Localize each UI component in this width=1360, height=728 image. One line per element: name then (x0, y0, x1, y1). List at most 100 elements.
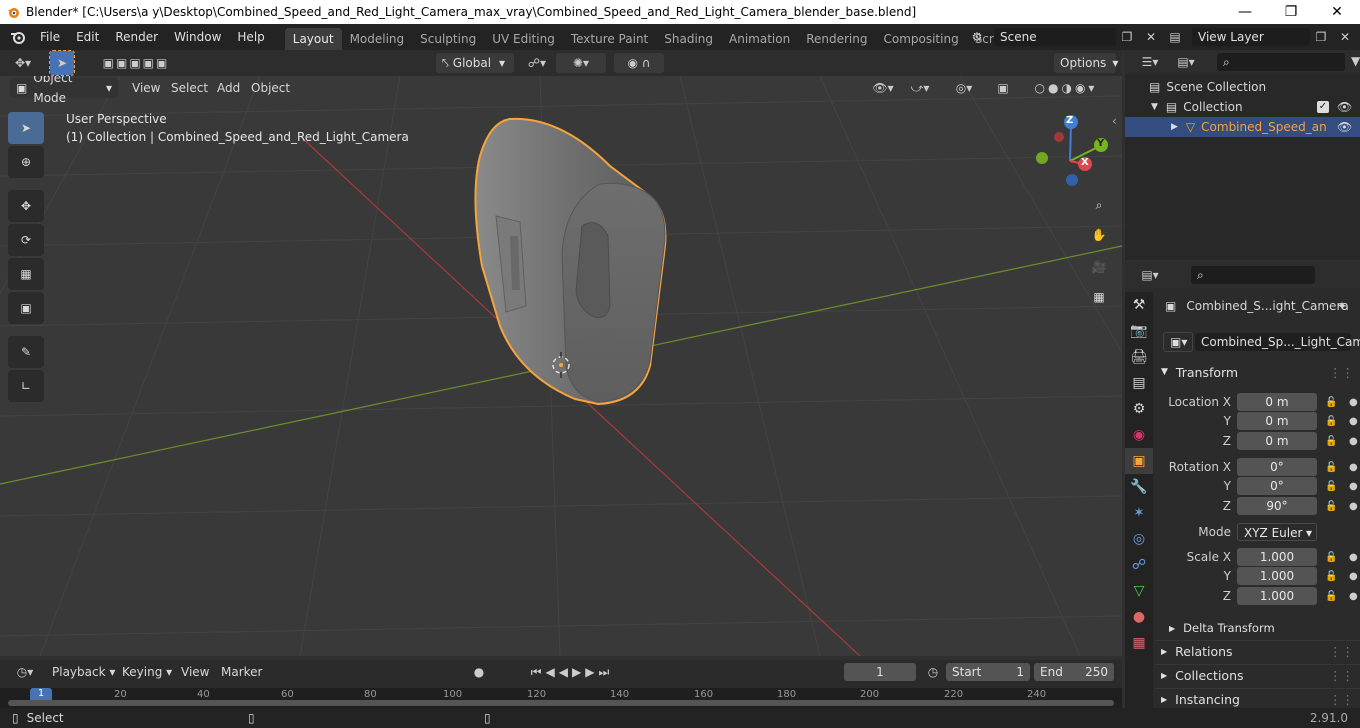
lock-icon[interactable]: 🔓 (1325, 481, 1339, 492)
eye-icon[interactable]: 👁 (1337, 120, 1352, 134)
tool-tab-icon[interactable]: ⚒ (1125, 292, 1153, 318)
keyframe-dot-icon[interactable]: ● (1349, 481, 1358, 492)
pan-hand-icon[interactable]: ✋ (1086, 222, 1112, 248)
scale-z-field[interactable]: 1.000 (1237, 587, 1317, 605)
view-layer-tab-icon[interactable]: ▤ (1125, 370, 1153, 396)
transform-tool-icon[interactable]: ▣ (8, 292, 44, 324)
lock-icon[interactable]: 🔓 (1325, 416, 1339, 427)
lock-icon[interactable]: 🔓 (1325, 436, 1339, 447)
keyframe-dot-icon[interactable]: ● (1349, 397, 1358, 408)
keyframe-dot-icon[interactable]: ● (1349, 462, 1358, 473)
new-scene-icon[interactable]: ❐ (1116, 27, 1138, 47)
location-x-field[interactable]: 0 m (1237, 393, 1317, 411)
menu-keying[interactable]: Keying ▾ (122, 665, 172, 679)
cursor-tool-icon[interactable]: ⊕ (8, 146, 44, 178)
tab-compositing[interactable]: Compositing (875, 28, 966, 50)
timeline-scrollbar[interactable] (8, 700, 1114, 706)
menu-edit[interactable]: Edit (68, 24, 107, 50)
rotate-tool-icon[interactable]: ⟳ (8, 224, 44, 256)
eye-icon[interactable]: 👁 (1337, 100, 1352, 114)
pin-icon[interactable]: ✦ (1337, 299, 1347, 313)
relations-header[interactable]: ▶ Relations ⋮⋮ (1155, 640, 1360, 662)
location-z-field[interactable]: 0 m (1237, 432, 1317, 450)
snap-icon[interactable]: ✺▾ (556, 53, 606, 73)
menu-window[interactable]: Window (166, 24, 229, 50)
shading-mode-icons[interactable]: ○●◑◉▾ (1018, 78, 1114, 98)
new-view-layer-icon[interactable]: ❐ (1310, 27, 1332, 47)
delta-transform-header[interactable]: ▶ Delta Transform (1169, 617, 1349, 639)
object-data-field[interactable]: Combined_Sp..._Light_Camera (1195, 333, 1360, 351)
menu-add[interactable]: Add (217, 81, 240, 95)
object-browse-icon[interactable]: ▣▾ (1163, 332, 1193, 352)
measure-tool-icon[interactable]: ∟ (8, 370, 44, 402)
view-layer-field[interactable]: View Layer (1192, 28, 1310, 46)
menu-view[interactable]: View (132, 81, 160, 95)
properties-search-input[interactable]: ⌕ (1191, 266, 1315, 284)
drag-handle-icon[interactable]: ⋮⋮ (1329, 692, 1354, 707)
close-button[interactable]: ✕ (1314, 0, 1360, 24)
keyframe-dot-icon[interactable]: ● (1349, 552, 1358, 563)
clock-icon[interactable]: ◷ (922, 662, 944, 682)
blender-menu-icon[interactable] (10, 29, 26, 45)
menu-timeline-view[interactable]: View (181, 665, 209, 679)
world-tab-icon[interactable]: ◉ (1125, 422, 1153, 448)
lock-icon[interactable]: 🔓 (1325, 571, 1339, 582)
lock-icon[interactable]: 🔓 (1325, 462, 1339, 473)
playback-controls-icons[interactable]: ⏮◀◀▶▶⏭ (512, 662, 632, 682)
timeline-ruler[interactable]: 1 20 40 60 80 100 120 140 160 180 200 22… (0, 688, 1122, 708)
menu-help[interactable]: Help (229, 24, 272, 50)
keyframe-dot-icon[interactable]: ● (1349, 416, 1358, 427)
keyframe-dot-icon[interactable]: ● (1349, 591, 1358, 602)
rotation-z-field[interactable]: 90° (1237, 497, 1317, 515)
transform-orientation-dropdown[interactable]: ⤣ Global ▾ (436, 53, 514, 73)
tab-rendering[interactable]: Rendering (798, 28, 875, 50)
menu-file[interactable]: File (32, 24, 68, 50)
physics-tab-icon[interactable]: ◎ (1125, 526, 1153, 552)
lock-icon[interactable]: 🔓 (1325, 552, 1339, 563)
scale-tool-icon[interactable]: ▦ (8, 258, 44, 290)
drag-handle-icon[interactable]: ⋮⋮ (1329, 365, 1354, 380)
zoom-icon[interactable]: ⌕ (1086, 192, 1112, 218)
tab-shading[interactable]: Shading (656, 28, 721, 50)
texture-tab-icon[interactable]: ▦ (1125, 630, 1153, 656)
mode-dropdown[interactable]: ▣ Object Mode ▾ (10, 76, 118, 105)
3d-viewport[interactable]: User Perspective (1) Collection | Combin… (0, 76, 1122, 656)
render-tab-icon[interactable]: 📷 (1125, 318, 1153, 344)
keyframe-dot-icon[interactable]: ● (1349, 436, 1358, 447)
scene-name-field[interactable]: Scene (994, 28, 1116, 46)
rotation-y-field[interactable]: 0° (1237, 477, 1317, 495)
keyframe-dot-icon[interactable]: ● (1349, 501, 1358, 512)
tab-animation[interactable]: Animation (721, 28, 798, 50)
data-tab-icon[interactable]: ▽ (1125, 578, 1153, 604)
minimize-button[interactable]: — (1222, 0, 1268, 24)
tab-layout[interactable]: Layout (284, 28, 342, 50)
outliner-row-scene-collection[interactable]: ▤ Scene Collection (1125, 77, 1360, 97)
overlay-toggle-icon[interactable]: ◎▾ (946, 78, 982, 98)
instancing-header[interactable]: ▶ Instancing ⋮⋮ (1155, 688, 1360, 710)
location-y-field[interactable]: 0 m (1237, 412, 1317, 430)
drag-handle-icon[interactable]: ⋮⋮ (1329, 644, 1354, 659)
editor-type-icon[interactable]: ✥▾ (8, 53, 38, 73)
transform-section-header[interactable]: ▼ Transform ⋮⋮ (1155, 361, 1360, 383)
menu-select[interactable]: Select (171, 81, 208, 95)
drag-handle-icon[interactable]: ⋮⋮ (1329, 668, 1354, 683)
material-tab-icon[interactable]: ● (1125, 604, 1153, 630)
menu-marker[interactable]: Marker (221, 665, 262, 679)
options-dropdown[interactable]: Options ▾ (1054, 53, 1118, 73)
tab-modeling[interactable]: Modeling (342, 28, 413, 50)
view-layer-icon[interactable]: ▤ (1164, 27, 1186, 47)
camera-object[interactable] (474, 117, 667, 406)
constraints-tab-icon[interactable]: ☍ (1125, 552, 1153, 578)
lock-icon[interactable]: 🔓 (1325, 501, 1339, 512)
outliner-row-collection[interactable]: ▼ ▤ Collection ✓ 👁 (1125, 97, 1360, 117)
modifier-tab-icon[interactable]: 🔧 (1125, 474, 1153, 500)
visibility-icon[interactable]: 👁▾ (868, 78, 898, 98)
delete-scene-icon[interactable]: ✕ (1140, 27, 1162, 47)
scene-tab-icon[interactable]: ⚙ (1125, 396, 1153, 422)
rotation-x-field[interactable]: 0° (1237, 458, 1317, 476)
rotation-mode-dropdown[interactable]: XYZ Euler ▾ (1237, 523, 1317, 541)
start-frame-field[interactable]: Start 1 (946, 663, 1030, 681)
collection-checkbox[interactable]: ✓ (1317, 101, 1329, 113)
end-frame-field[interactable]: End 250 (1034, 663, 1114, 681)
scale-x-field[interactable]: 1.000 (1237, 548, 1317, 566)
